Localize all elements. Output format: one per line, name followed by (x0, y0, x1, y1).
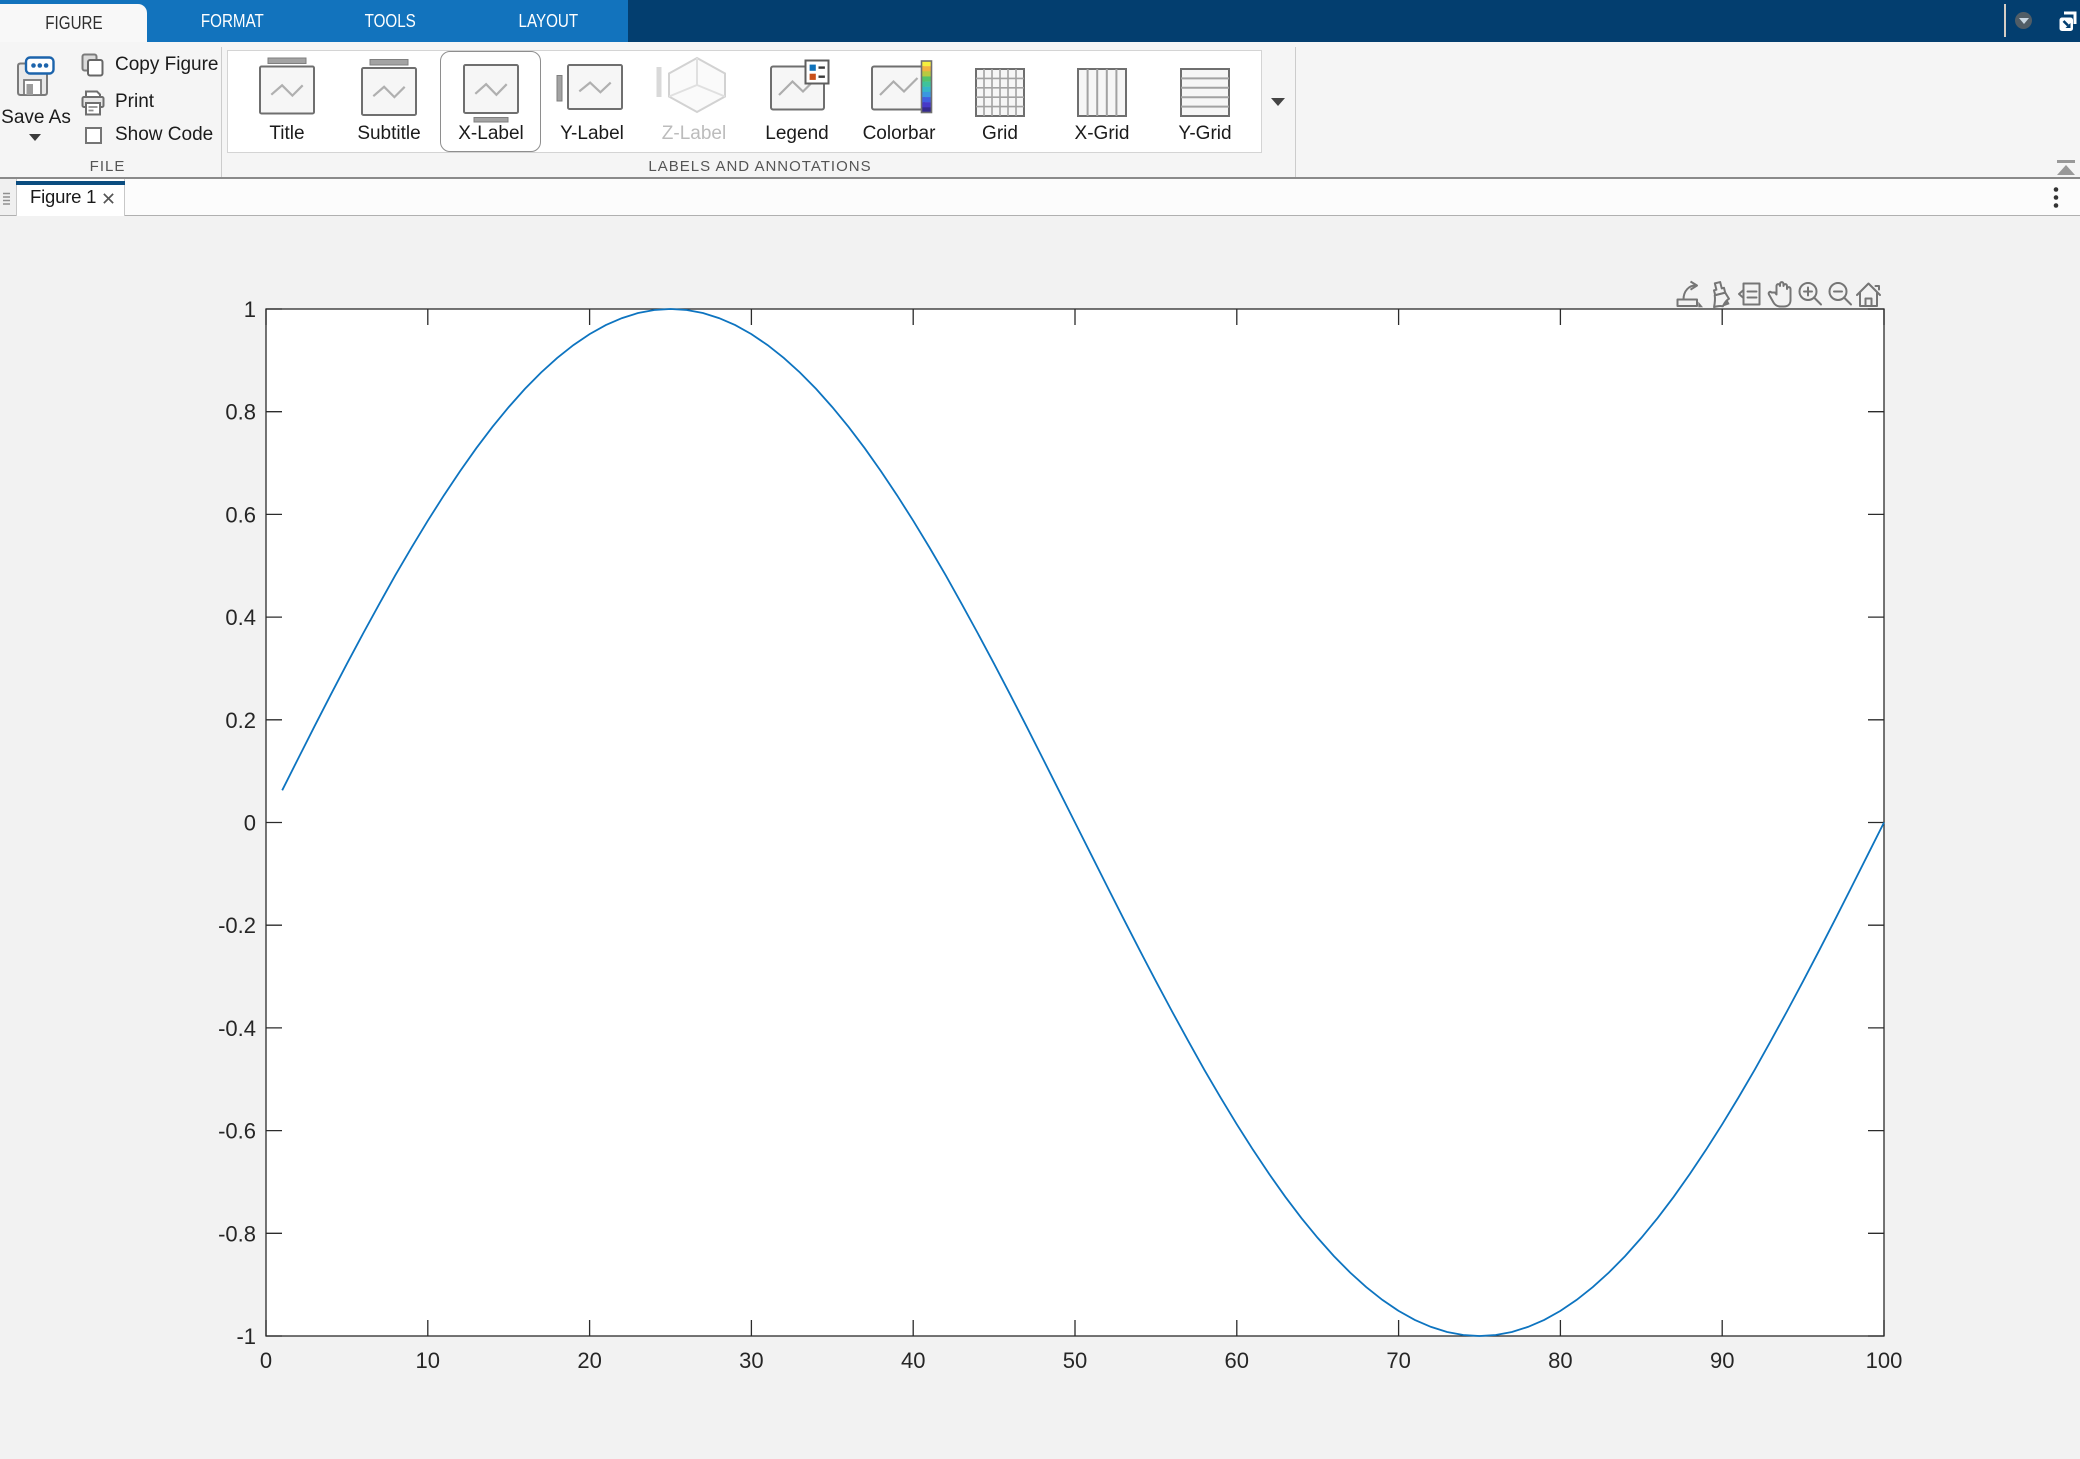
svg-text:70: 70 (1386, 1348, 1410, 1373)
svg-text:1: 1 (244, 297, 256, 322)
svg-text:50: 50 (1063, 1348, 1087, 1373)
svg-text:-0.6: -0.6 (218, 1119, 256, 1144)
svg-text:0.2: 0.2 (225, 708, 256, 733)
svg-text:0.6: 0.6 (225, 502, 256, 527)
svg-text:80: 80 (1548, 1348, 1572, 1373)
svg-text:100: 100 (1866, 1348, 1903, 1373)
svg-text:30: 30 (739, 1348, 763, 1373)
svg-text:10: 10 (416, 1348, 440, 1373)
svg-text:0: 0 (244, 811, 256, 836)
svg-text:0: 0 (260, 1348, 272, 1373)
svg-text:-0.2: -0.2 (218, 913, 256, 938)
svg-text:90: 90 (1710, 1348, 1734, 1373)
svg-text:-0.8: -0.8 (218, 1221, 256, 1246)
svg-text:20: 20 (577, 1348, 601, 1373)
svg-text:-0.4: -0.4 (218, 1016, 256, 1041)
svg-text:0.8: 0.8 (225, 400, 256, 425)
svg-text:60: 60 (1225, 1348, 1249, 1373)
svg-text:-1: -1 (236, 1324, 256, 1349)
svg-text:40: 40 (901, 1348, 925, 1373)
svg-text:0.4: 0.4 (225, 605, 256, 630)
